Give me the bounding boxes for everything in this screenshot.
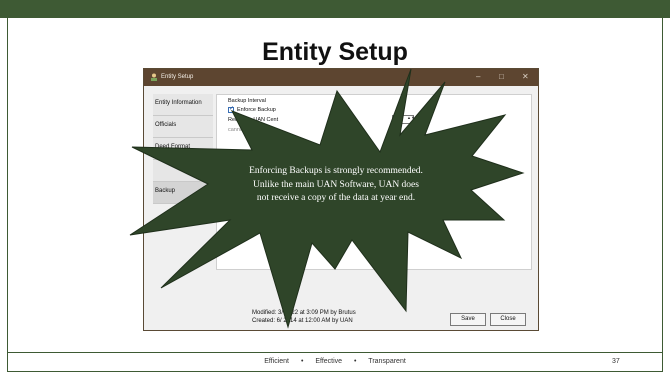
callout-line: not receive a copy of the data at year e… (256, 193, 416, 203)
callout-text: Enforcing Backups is strongly recommende… (218, 165, 454, 206)
callout-line: Enforcing Backups is strongly recommende… (249, 166, 423, 176)
footer-word: Efficient (264, 358, 289, 365)
slide-footer: Efficient • Effective • Transparent (0, 358, 670, 365)
slide: Entity Setup Entity Setup – □ ✕ Entity I… (0, 0, 670, 379)
footer-word: Transparent (368, 358, 406, 365)
footer-divider (7, 352, 663, 353)
footer-separator: • (300, 358, 304, 365)
footer-separator: • (354, 358, 357, 365)
callout-line: Unlike the main UAN Software, UAN does (253, 179, 419, 190)
footer-word: Effective (315, 358, 343, 365)
page-number: 37 (612, 358, 620, 365)
